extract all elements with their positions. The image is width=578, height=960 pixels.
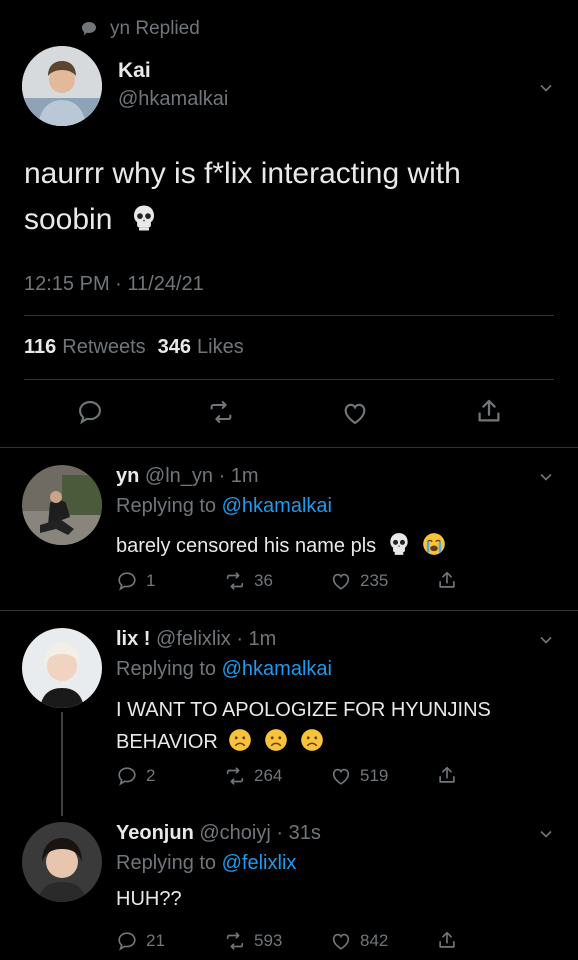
reply-action[interactable]: 21: [116, 930, 165, 952]
like-icon: [332, 573, 350, 590]
retweet-count: 264: [254, 766, 283, 785]
reply-count: 1: [146, 571, 156, 590]
replying-to: Replying to @felixlix: [116, 852, 296, 875]
retweet-icon: [226, 767, 244, 785]
reply-header: lix ! @felixlix · 1m: [116, 628, 276, 651]
share-icon: [439, 931, 455, 948]
display-name[interactable]: lix !: [116, 628, 150, 650]
likes-count[interactable]: 346: [158, 336, 191, 359]
tweet-text-line-2: soobin: [24, 197, 461, 243]
frowning-face-emoji: [263, 727, 289, 753]
reply-icon: [118, 572, 136, 591]
share-icon: [439, 571, 455, 588]
frowning-face-emoji: [227, 727, 253, 753]
tweet-timestamp[interactable]: 12:15 PM · 11/24/21: [24, 273, 204, 296]
reply-text: barely censored his name pls: [116, 531, 447, 558]
retweet-action[interactable]: 593: [224, 930, 282, 952]
likes-label[interactable]: Likes: [197, 336, 244, 359]
like-count: 519: [360, 766, 389, 785]
share-action[interactable]: [436, 929, 458, 951]
divider: [0, 610, 578, 611]
replied-label: yn Replied: [110, 18, 200, 39]
avatar[interactable]: [22, 465, 102, 545]
reply-time: · 1m: [236, 628, 277, 650]
chevron-down-icon[interactable]: [539, 827, 553, 841]
reply-time: · 31s: [276, 822, 321, 844]
reply-text-line-1: I WANT TO APOLOGIZE FOR HYUNJINS: [116, 699, 491, 721]
chevron-down-icon[interactable]: [539, 470, 553, 484]
replied-header: yn Replied: [80, 16, 200, 42]
reply-time: · 1m: [218, 465, 259, 487]
avatar[interactable]: [22, 46, 102, 126]
retweet-count: 36: [254, 571, 273, 590]
like-icon: [332, 768, 350, 785]
reply-count: 2: [146, 766, 156, 785]
thread-line: [61, 712, 63, 816]
tweet-text: naurrr why is f*lix interacting with soo…: [24, 151, 461, 243]
tweet-text-line-2-text: soobin: [24, 203, 113, 236]
retweet-icon: [226, 932, 244, 950]
handle[interactable]: @ln_yn: [145, 465, 213, 487]
display-name[interactable]: yn: [116, 465, 139, 487]
replying-to: Replying to @hkamalkai: [116, 495, 332, 518]
reply-icon[interactable]: [76, 398, 104, 426]
replying-label: Replying to: [116, 852, 217, 874]
chevron-down-icon[interactable]: [539, 633, 553, 647]
mention-link[interactable]: @hkamalkai: [222, 658, 332, 680]
frowning-face-emoji: [299, 727, 325, 753]
like-count: 842: [360, 931, 389, 950]
replying-label: Replying to: [116, 658, 217, 680]
retweet-count: 593: [254, 931, 283, 950]
share-action[interactable]: [436, 764, 458, 786]
like-icon: [332, 933, 350, 950]
replying-label: Replying to: [116, 495, 217, 517]
share-action[interactable]: [436, 569, 458, 591]
reply-text-content: barely censored his name pls: [116, 535, 377, 557]
handle[interactable]: @felixlix: [156, 628, 231, 650]
reply-text: HUH??: [116, 888, 182, 910]
display-name[interactable]: Kai: [118, 59, 151, 83]
retweets-count[interactable]: 116: [24, 336, 56, 359]
handle[interactable]: @choiyj: [199, 822, 270, 844]
speech-bubble-icon: [80, 20, 98, 38]
reply-text-line-2-text: BEHAVIOR: [116, 731, 218, 753]
share-icon: [439, 766, 455, 783]
share-icon[interactable]: [474, 396, 504, 426]
like-action[interactable]: 842: [330, 930, 388, 952]
chevron-down-icon[interactable]: [539, 81, 553, 95]
retweet-icon[interactable]: [206, 398, 236, 426]
divider: [24, 315, 554, 316]
reply-action[interactable]: 2: [116, 765, 155, 787]
reply-text-line-2: BEHAVIOR: [116, 726, 491, 758]
avatar[interactable]: [22, 628, 102, 708]
tweet-text-line-1: naurrr why is f*lix interacting with: [24, 157, 461, 190]
reply-header: yn @ln_yn · 1m: [116, 465, 259, 488]
reply-icon: [118, 932, 136, 951]
reply-header: Yeonjun @choiyj · 31s: [116, 822, 321, 845]
retweet-action[interactable]: 36: [224, 570, 273, 592]
display-name[interactable]: Yeonjun: [116, 822, 194, 844]
mention-link[interactable]: @hkamalkai: [222, 495, 332, 517]
reply-action[interactable]: 1: [116, 570, 155, 592]
handle[interactable]: @hkamalkai: [118, 88, 228, 111]
retweet-icon: [226, 572, 244, 590]
skull-emoji: [386, 531, 412, 557]
retweets-label[interactable]: Retweets: [62, 336, 145, 359]
divider: [0, 447, 578, 448]
like-action[interactable]: 235: [330, 570, 388, 592]
skull-emoji: [129, 201, 159, 231]
like-action[interactable]: 519: [330, 765, 388, 787]
reply-count: 21: [146, 931, 165, 950]
crying-face-emoji: [421, 531, 447, 557]
like-icon[interactable]: [340, 399, 370, 427]
like-count: 235: [360, 571, 389, 590]
reply-text: I WANT TO APOLOGIZE FOR HYUNJINS BEHAVIO…: [116, 694, 491, 758]
retweet-action[interactable]: 264: [224, 765, 282, 787]
mention-link[interactable]: @felixlix: [222, 852, 297, 874]
avatar[interactable]: [22, 822, 102, 902]
divider: [24, 379, 554, 380]
reply-icon: [118, 767, 136, 786]
tweet-stats: 116 Retweets 346 Likes: [24, 336, 244, 359]
replying-to: Replying to @hkamalkai: [116, 658, 332, 681]
